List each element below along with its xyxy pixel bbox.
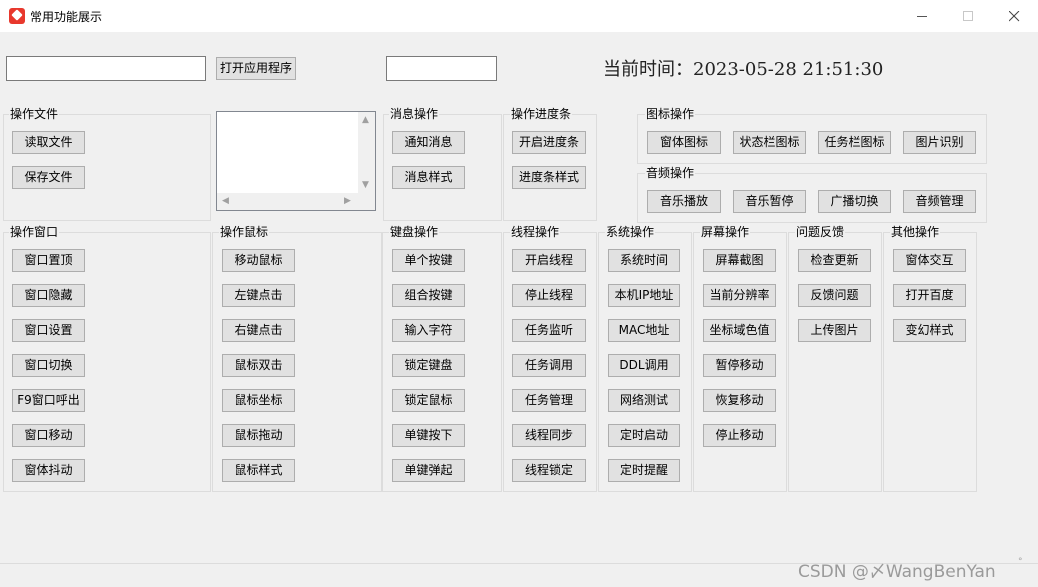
local-ip-button[interactable]: 本机IP地址	[608, 284, 680, 307]
broadcast-switch-button[interactable]: 广播切换	[818, 190, 891, 213]
mouse-double-click-button[interactable]: 鼠标双击	[222, 354, 295, 377]
start-progress-button[interactable]: 开启进度条	[512, 131, 586, 154]
key-down-button[interactable]: 单键按下	[392, 424, 465, 447]
window-title: 常用功能展示	[30, 10, 103, 24]
maximize-button[interactable]	[946, 0, 992, 32]
time-label: 当前时间：	[603, 59, 693, 80]
window-topmost-button[interactable]: 窗口置顶	[12, 249, 85, 272]
thread-sync-button[interactable]: 线程同步	[512, 424, 586, 447]
app-icon	[9, 8, 25, 24]
group-window-title: 操作窗口	[9, 225, 60, 239]
read-file-button[interactable]: 读取文件	[12, 131, 85, 154]
scrollbar-corner	[358, 193, 375, 210]
music-play-button[interactable]: 音乐播放	[647, 190, 721, 213]
current-time: 当前时间：2023-05-28 21:51:30	[603, 55, 883, 81]
message-style-button[interactable]: 消息样式	[392, 166, 465, 189]
scroll-left-icon[interactable]: ◀	[222, 196, 229, 206]
upload-image-button[interactable]: 上传图片	[798, 319, 871, 342]
group-icon-title: 图标操作	[645, 107, 696, 121]
open-app-button[interactable]: 打开应用程序	[216, 57, 296, 80]
coord-color-button[interactable]: 坐标域色值	[703, 319, 776, 342]
mouse-style-button[interactable]: 鼠标样式	[222, 459, 295, 482]
window-switch-button[interactable]: 窗口切换	[12, 354, 85, 377]
taskbar-icon-button[interactable]: 任务栏图标	[818, 131, 891, 154]
lock-mouse-button[interactable]: 锁定鼠标	[392, 389, 465, 412]
mouse-coords-button[interactable]: 鼠标坐标	[222, 389, 295, 412]
report-issue-button[interactable]: 反馈问题	[798, 284, 871, 307]
group-audio-title: 音频操作	[645, 166, 696, 180]
move-mouse-button[interactable]: 移动鼠标	[222, 249, 295, 272]
task-call-button[interactable]: 任务调用	[512, 354, 586, 377]
thread-lock-button[interactable]: 线程锁定	[512, 459, 586, 482]
input-chars-button[interactable]: 输入字符	[392, 319, 465, 342]
resize-grip-icon[interactable]: °	[1018, 557, 1023, 567]
vertical-scrollbar[interactable]: ▲ ▼	[358, 112, 375, 194]
window-settings-button[interactable]: 窗口设置	[12, 319, 85, 342]
window-hide-button[interactable]: 窗口隐藏	[12, 284, 85, 307]
scroll-right-icon[interactable]: ▶	[344, 196, 351, 206]
mac-address-button[interactable]: MAC地址	[608, 319, 680, 342]
task-manage-button[interactable]: 任务管理	[512, 389, 586, 412]
status-bar-icon-button[interactable]: 状态栏图标	[733, 131, 806, 154]
minimize-button[interactable]	[900, 0, 946, 32]
window-shake-button[interactable]: 窗体抖动	[12, 459, 85, 482]
music-pause-button[interactable]: 音乐暂停	[733, 190, 806, 213]
single-key-button[interactable]: 单个按键	[392, 249, 465, 272]
scroll-down-icon[interactable]: ▼	[362, 180, 369, 190]
group-keyboard-title: 键盘操作	[389, 225, 440, 239]
check-update-button[interactable]: 检查更新	[798, 249, 871, 272]
horizontal-scrollbar[interactable]: ◀ ▶	[217, 193, 358, 210]
window-move-button[interactable]: 窗口移动	[12, 424, 85, 447]
stop-move-button[interactable]: 停止移动	[703, 424, 776, 447]
timed-start-button[interactable]: 定时启动	[608, 424, 680, 447]
progress-style-button[interactable]: 进度条样式	[512, 166, 586, 189]
title-bar: 常用功能展示	[0, 0, 1038, 32]
group-feedback-title: 问题反馈	[795, 225, 846, 239]
change-style-button[interactable]: 变幻样式	[893, 319, 966, 342]
open-baidu-button[interactable]: 打开百度	[893, 284, 966, 307]
resume-move-button[interactable]: 恢复移动	[703, 389, 776, 412]
task-listen-button[interactable]: 任务监听	[512, 319, 586, 342]
watermark: CSDN @〆WangBenYan	[798, 562, 996, 582]
form-interact-button[interactable]: 窗体交互	[893, 249, 966, 272]
app-path-input[interactable]	[6, 56, 206, 81]
start-thread-button[interactable]: 开启线程	[512, 249, 586, 272]
pause-move-button[interactable]: 暂停移动	[703, 354, 776, 377]
maximize-icon	[963, 11, 973, 21]
list-box[interactable]: ▲ ▼ ◀ ▶	[216, 111, 376, 211]
group-screen-title: 屏幕操作	[700, 225, 751, 239]
left-click-button[interactable]: 左键点击	[222, 284, 295, 307]
minimize-icon	[917, 16, 927, 17]
timed-reminder-button[interactable]: 定时提醒	[608, 459, 680, 482]
group-other-title: 其他操作	[890, 225, 941, 239]
secondary-input[interactable]	[386, 56, 497, 81]
save-file-button[interactable]: 保存文件	[12, 166, 85, 189]
group-thread-title: 线程操作	[510, 225, 561, 239]
form-icon-button[interactable]: 窗体图标	[647, 131, 721, 154]
network-test-button[interactable]: 网络测试	[608, 389, 680, 412]
group-mouse-title: 操作鼠标	[219, 225, 270, 239]
lock-keyboard-button[interactable]: 锁定键盘	[392, 354, 465, 377]
close-button[interactable]	[992, 0, 1038, 32]
scroll-up-icon[interactable]: ▲	[362, 115, 369, 125]
current-resolution-button[interactable]: 当前分辨率	[703, 284, 776, 307]
image-recognition-button[interactable]: 图片识别	[903, 131, 976, 154]
ddl-call-button[interactable]: DDL调用	[608, 354, 680, 377]
combo-key-button[interactable]: 组合按键	[392, 284, 465, 307]
close-icon	[1009, 11, 1020, 22]
mouse-drag-button[interactable]: 鼠标拖动	[222, 424, 295, 447]
notify-message-button[interactable]: 通知消息	[392, 131, 465, 154]
audio-manage-button[interactable]: 音频管理	[903, 190, 976, 213]
system-time-button[interactable]: 系统时间	[608, 249, 680, 272]
key-up-button[interactable]: 单键弹起	[392, 459, 465, 482]
screenshot-button[interactable]: 屏幕截图	[703, 249, 776, 272]
f9-window-call-button[interactable]: F9窗口呼出	[12, 389, 85, 412]
group-message-title: 消息操作	[389, 107, 440, 121]
right-click-button[interactable]: 右键点击	[222, 319, 295, 342]
stop-thread-button[interactable]: 停止线程	[512, 284, 586, 307]
time-value: 2023-05-28 21:51:30	[693, 59, 884, 80]
group-file-title: 操作文件	[9, 107, 60, 121]
group-progress-title: 操作进度条	[510, 107, 573, 121]
group-system-title: 系统操作	[605, 225, 656, 239]
